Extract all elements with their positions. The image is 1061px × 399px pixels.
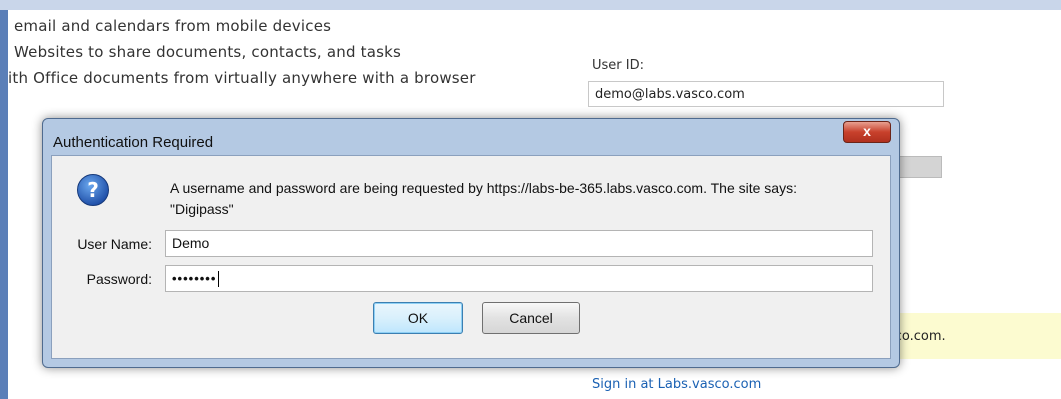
text-caret (218, 271, 220, 288)
authentication-dialog: Authentication Required x ? A username a… (42, 118, 900, 368)
sign-in-link[interactable]: Sign in at Labs.vasco.com (592, 377, 761, 392)
window-left-border (0, 10, 8, 399)
user-id-field[interactable]: demo@labs.vasco.com (588, 81, 944, 107)
window-top-border (0, 0, 1061, 10)
close-button[interactable]: x (843, 121, 891, 143)
background-feature-line: Websites to share documents, contacts, a… (14, 43, 402, 61)
dialog-title-bar[interactable]: Authentication Required x (43, 119, 899, 153)
password-field[interactable]: •••••••• (165, 265, 873, 292)
question-icon: ? (77, 174, 109, 206)
username-label: User Name: (77, 236, 152, 252)
password-label: Password: (86, 271, 152, 287)
ok-button[interactable]: OK (373, 302, 463, 334)
background-feature-line: ith Office documents from virtually anyw… (8, 69, 476, 87)
svg-text:?: ? (87, 178, 99, 202)
user-id-label: User ID: (592, 58, 644, 73)
dialog-title: Authentication Required (53, 134, 214, 151)
dialog-message-line: A username and password are being reques… (170, 180, 797, 196)
password-mask: •••••••• (172, 271, 217, 286)
cancel-button[interactable]: Cancel (482, 302, 580, 334)
dialog-body: ? A username and password are being requ… (51, 155, 891, 359)
background-feature-line: email and calendars from mobile devices (14, 17, 332, 35)
username-field[interactable]: Demo (165, 230, 873, 257)
dialog-message: A username and password are being reques… (170, 178, 880, 220)
dialog-message-line: "Digipass" (170, 201, 234, 217)
